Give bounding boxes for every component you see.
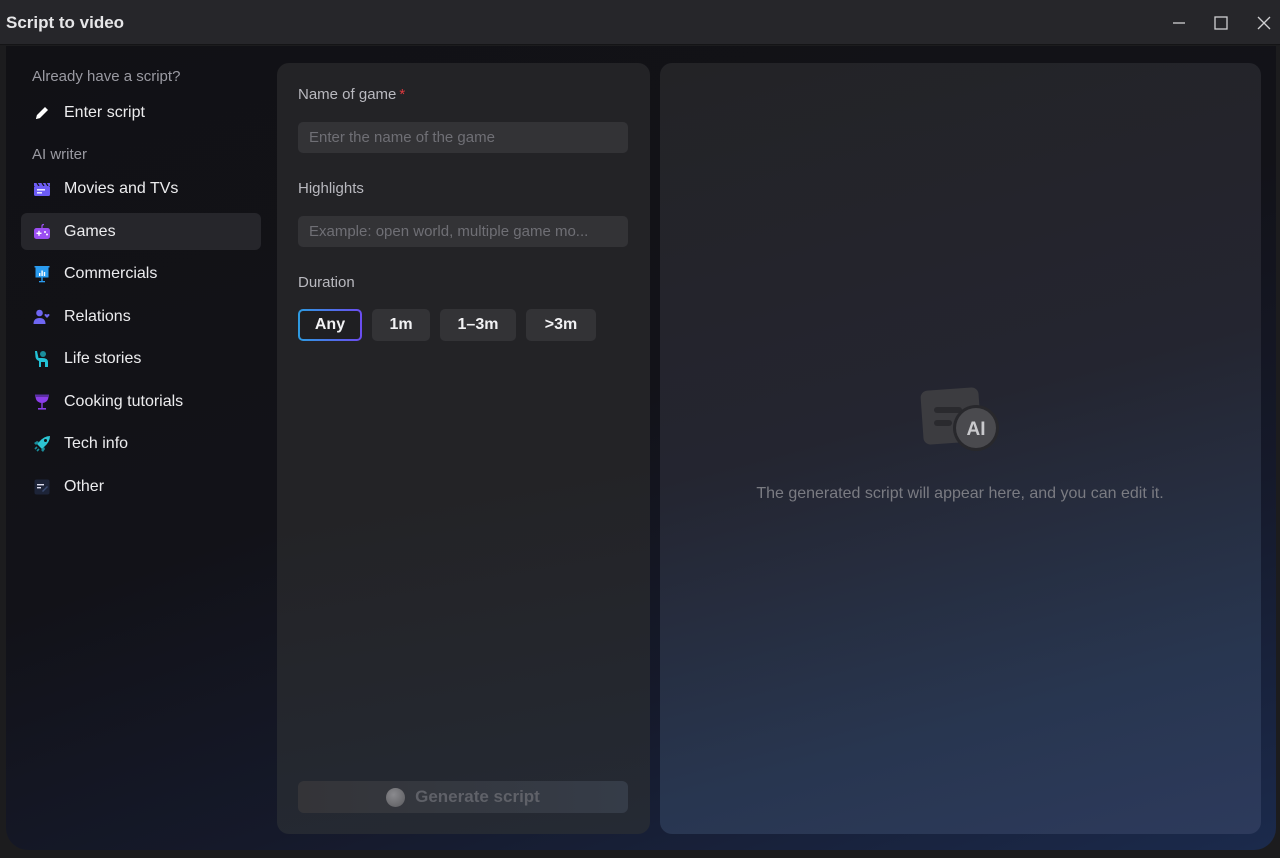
sidebar-item-enter-script[interactable]: Enter script bbox=[21, 94, 261, 131]
ai-badge-text: AI bbox=[967, 419, 986, 440]
note-edit-icon bbox=[32, 477, 52, 497]
highlights-input[interactable] bbox=[298, 216, 628, 247]
sidebar-item-label: Enter script bbox=[64, 103, 145, 121]
duration-option-1-3m[interactable]: 1–3m bbox=[440, 309, 516, 341]
script-form-panel: Name of game* Highlights Duration Any 1m… bbox=[277, 63, 650, 834]
name-of-game-label: Name of game * bbox=[298, 86, 405, 103]
sidebar-item-label: Commercials bbox=[64, 264, 158, 282]
empty-state-message: The generated script will appear here, a… bbox=[756, 485, 1164, 502]
highlights-label: Highlights bbox=[298, 180, 364, 197]
duration-options: Any 1m 1–3m >3m bbox=[298, 309, 596, 341]
minimize-icon bbox=[1173, 22, 1185, 24]
person-waving-icon bbox=[32, 349, 52, 369]
cocktail-glass-icon bbox=[32, 392, 52, 412]
sidebar-item-games[interactable]: Games bbox=[21, 213, 261, 250]
close-icon bbox=[1257, 16, 1271, 30]
required-marker: * bbox=[399, 86, 406, 103]
generate-script-button[interactable]: Generate script bbox=[298, 781, 628, 813]
title-bar: Script to video bbox=[0, 0, 1280, 45]
rocket-icon bbox=[32, 434, 52, 454]
duration-option-any[interactable]: Any bbox=[298, 309, 362, 341]
duration-option-1m[interactable]: 1m bbox=[372, 309, 430, 341]
duration-label: Duration bbox=[298, 274, 355, 291]
sidebar-item-label: Games bbox=[64, 222, 116, 240]
sidebar-item-other[interactable]: Other bbox=[21, 468, 261, 505]
sidebar-item-life-stories[interactable]: Life stories bbox=[21, 340, 261, 377]
ai-script-icon: AI bbox=[920, 387, 999, 451]
sidebar-item-label: Relations bbox=[64, 307, 131, 325]
maximize-button[interactable] bbox=[1206, 8, 1236, 38]
gamepad-icon bbox=[32, 222, 52, 242]
section-heading-existing: Already have a script? bbox=[32, 68, 181, 85]
sidebar-item-label: Life stories bbox=[64, 349, 142, 367]
minimize-button[interactable] bbox=[1164, 8, 1194, 38]
window-title: Script to video bbox=[6, 13, 125, 32]
sidebar-item-label: Movies and TVs bbox=[64, 179, 179, 197]
duration-option-over-3m[interactable]: >3m bbox=[526, 309, 596, 341]
sidebar-item-cooking-tutorials[interactable]: Cooking tutorials bbox=[21, 383, 261, 420]
generate-script-label: Generate script bbox=[415, 787, 540, 806]
section-heading-ai-writer: AI writer bbox=[32, 146, 88, 163]
sidebar-item-label: Cooking tutorials bbox=[64, 392, 184, 410]
close-button[interactable] bbox=[1249, 8, 1279, 38]
generate-icon bbox=[386, 787, 406, 807]
name-of-game-label-text: Name of game bbox=[298, 86, 397, 103]
sidebar-item-commercials[interactable]: Commercials bbox=[21, 255, 261, 292]
person-heart-icon bbox=[32, 307, 52, 327]
sidebar-item-movies-and-tvs[interactable]: Movies and TVs bbox=[21, 170, 261, 207]
sidebar-item-label: Other bbox=[64, 477, 105, 495]
name-of-game-input[interactable] bbox=[298, 122, 628, 153]
presentation-chart-icon bbox=[32, 264, 52, 284]
generated-script-panel: AI The generated script will appear here… bbox=[660, 63, 1261, 834]
clapperboard-icon bbox=[32, 179, 52, 199]
dialog-body: Already have a script? Enter script AI w… bbox=[6, 46, 1276, 850]
sidebar-item-label: Tech info bbox=[64, 434, 129, 452]
pencil-icon bbox=[32, 103, 52, 123]
sidebar: Already have a script? Enter script AI w… bbox=[6, 46, 276, 850]
sidebar-item-tech-info[interactable]: Tech info bbox=[21, 425, 261, 462]
sidebar-item-relations[interactable]: Relations bbox=[21, 298, 261, 335]
maximize-icon bbox=[1214, 16, 1228, 30]
